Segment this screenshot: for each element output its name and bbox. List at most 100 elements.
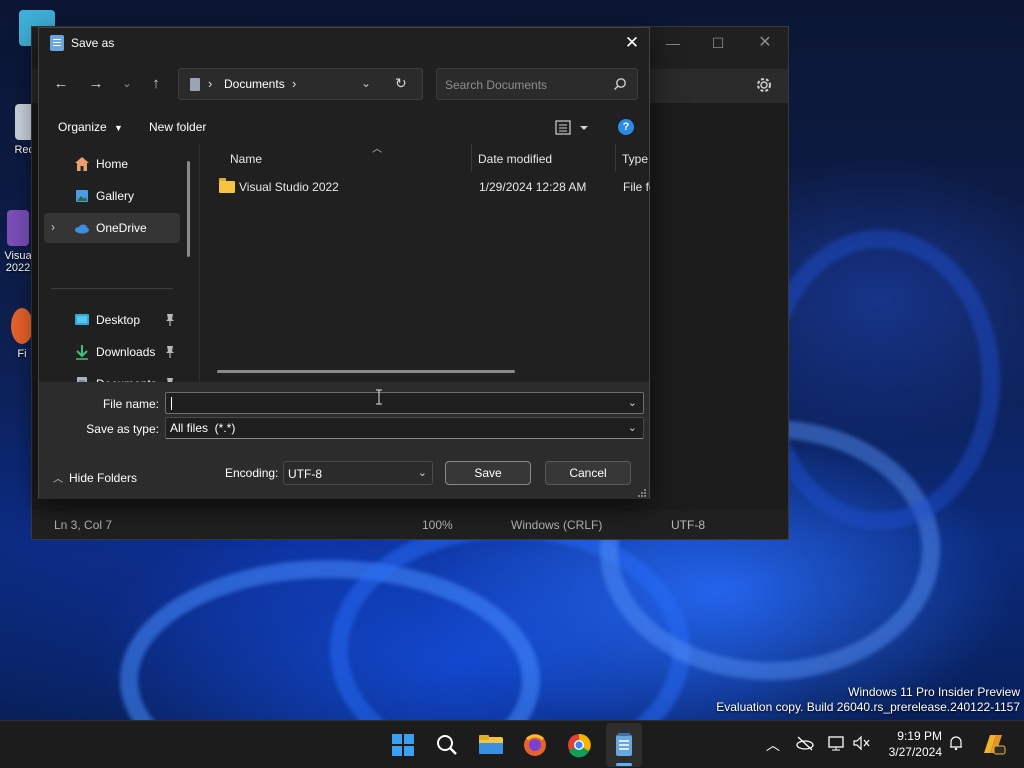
recent-locations-chevron-icon[interactable]: ⌄ xyxy=(115,72,139,96)
cancel-button[interactable]: Cancel xyxy=(545,461,631,485)
wallpaper-swirl xyxy=(760,230,1000,530)
file-name-combobox[interactable]: ⌄ xyxy=(165,392,644,414)
search-input[interactable] xyxy=(445,76,605,94)
pin-icon[interactable] xyxy=(164,345,176,359)
nav-divider xyxy=(51,288,173,289)
nav-item-gallery[interactable]: Gallery xyxy=(44,181,180,211)
volume-muted-icon[interactable] xyxy=(853,735,871,754)
command-bar: Organize ▼ New folder ? xyxy=(39,112,649,144)
nav-item-downloads[interactable]: Downloads xyxy=(44,337,180,367)
up-arrow-icon[interactable]: ↑ xyxy=(144,72,168,96)
save-options-panel: File name: ⌄ Save as type: All files (*.… xyxy=(39,382,649,499)
status-encoding: UTF-8 xyxy=(671,518,705,532)
breadcrumb-chevron-icon[interactable]: › xyxy=(292,76,296,91)
ibeam-cursor-icon xyxy=(375,389,383,405)
organize-label: Organize xyxy=(58,120,107,134)
refresh-icon[interactable]: ↻ xyxy=(395,75,407,92)
nav-item-onedrive[interactable]: › OneDrive xyxy=(44,213,180,243)
chevron-down-icon: ⌄ xyxy=(417,467,427,479)
search-icon[interactable] xyxy=(433,731,461,759)
status-zoom: 100% xyxy=(422,518,453,532)
notepad-app-icon xyxy=(50,35,64,51)
change-view-button[interactable] xyxy=(554,118,594,138)
chrome-icon[interactable] xyxy=(565,731,593,759)
breadcrumb-documents[interactable]: Documents xyxy=(224,77,285,91)
save-as-type-select[interactable]: All files (*.*) ⌄ xyxy=(165,417,644,439)
start-windows-icon[interactable] xyxy=(389,731,417,759)
file-list-scrollbar[interactable] xyxy=(217,370,515,373)
navigation-pane: Home Gallery › OneDrive Desktop Download… xyxy=(39,146,192,391)
status-line-ending: Windows (CRLF) xyxy=(511,518,603,532)
address-dropdown-icon[interactable]: ⌄ xyxy=(361,76,371,90)
file-list-pane: Name ︿ Date modified Type Visual Studio … xyxy=(200,144,650,382)
close-icon[interactable]: ✕ xyxy=(750,32,780,54)
taskbar: ︿ 9:19 PM 3/27/2024 xyxy=(0,720,1024,768)
help-icon[interactable]: ? xyxy=(618,119,634,135)
column-header-date-modified[interactable]: Date modified xyxy=(478,144,616,172)
status-position: Ln 3, Col 7 xyxy=(54,518,113,532)
organize-button[interactable]: Organize ▼ xyxy=(58,120,123,134)
back-arrow-icon[interactable]: ← xyxy=(49,72,73,96)
notifications-bell-icon[interactable] xyxy=(948,735,964,754)
desktop-icon-visual-studio[interactable]: Visua 2022 xyxy=(2,210,34,274)
clock-date: 3/27/2024 xyxy=(888,745,942,759)
show-hidden-icons-chevron-icon[interactable]: ︿ xyxy=(766,735,780,755)
chevron-down-icon[interactable]: ⌄ xyxy=(628,421,637,434)
minimize-icon[interactable]: — xyxy=(658,32,688,54)
download-arrow-icon xyxy=(74,344,90,360)
file-explorer-icon[interactable] xyxy=(477,731,505,759)
home-icon xyxy=(74,156,90,172)
file-name-input[interactable] xyxy=(171,396,611,411)
save-as-dialog: Save as ✕ ← → ⌄ ↑ › Documents › ⌄ ↻ Orga… xyxy=(38,27,650,499)
encoding-select[interactable]: UTF-8 ⌄ xyxy=(283,461,433,485)
chevron-up-icon: ︿ xyxy=(53,474,63,485)
search-icon[interactable] xyxy=(613,77,627,91)
notepad-statusbar: Ln 3, Col 7 100% Windows (CRLF) UTF-8 xyxy=(32,511,788,539)
breadcrumb-separator-icon[interactable]: › xyxy=(208,76,212,91)
search-box[interactable] xyxy=(436,68,638,100)
pin-icon[interactable] xyxy=(164,313,176,327)
nav-item-desktop[interactable]: Desktop xyxy=(44,305,180,335)
maximize-icon[interactable]: ☐ xyxy=(703,32,733,54)
encoding-label: Encoding: xyxy=(225,466,279,480)
file-row[interactable]: Visual Studio 2022 1/29/2024 12:28 AM Fi… xyxy=(200,174,650,200)
file-name-label: File name: xyxy=(102,397,159,411)
network-icon[interactable] xyxy=(828,735,844,754)
column-header-name[interactable]: Name ︿ xyxy=(230,144,472,172)
firefox-icon[interactable] xyxy=(521,731,549,759)
onedrive-cloud-icon xyxy=(74,220,90,236)
firefox-icon xyxy=(11,308,33,344)
resize-grip-icon[interactable] xyxy=(637,487,647,497)
notepad-icon[interactable] xyxy=(610,731,638,759)
visual-studio-icon xyxy=(7,210,29,246)
address-bar[interactable]: › Documents › ⌄ ↻ xyxy=(178,68,423,100)
clock-time: 9:19 PM xyxy=(897,729,942,743)
active-app-indicator xyxy=(616,763,632,766)
new-folder-button[interactable]: New folder xyxy=(149,120,206,134)
encoding-value: UTF-8 xyxy=(288,467,322,481)
file-date-modified: 1/29/2024 12:28 AM xyxy=(479,180,587,194)
file-type: File fo xyxy=(623,180,650,194)
forward-arrow-icon[interactable]: → xyxy=(84,72,108,96)
save-button[interactable]: Save xyxy=(445,461,531,485)
expand-chevron-icon[interactable]: › xyxy=(51,220,55,234)
sort-ascending-icon: ︿ xyxy=(372,144,382,155)
desktop-icon xyxy=(74,312,90,328)
close-icon[interactable]: ✕ xyxy=(621,32,643,54)
hide-folders-button[interactable]: ︿ Hide Folders xyxy=(53,470,137,485)
gallery-icon xyxy=(74,188,90,204)
file-name: Visual Studio 2022 xyxy=(239,180,339,194)
windows-watermark: Windows 11 Pro Insider Preview Evaluatio… xyxy=(716,685,1020,714)
taskbar-clock[interactable]: 9:19 PM 3/27/2024 xyxy=(878,728,942,760)
documents-icon xyxy=(190,78,200,91)
copilot-preview-icon[interactable] xyxy=(980,731,1006,760)
nav-pane-scrollbar[interactable] xyxy=(187,161,190,257)
settings-gear-icon[interactable] xyxy=(754,75,774,95)
column-header-type[interactable]: Type xyxy=(622,144,650,172)
view-list-icon xyxy=(555,120,588,135)
nav-item-home[interactable]: Home xyxy=(44,149,180,179)
save-as-type-label: Save as type: xyxy=(86,422,159,436)
onedrive-offline-icon[interactable] xyxy=(796,735,814,754)
dialog-title: Save as xyxy=(71,36,115,50)
chevron-down-icon[interactable]: ⌄ xyxy=(628,396,637,409)
